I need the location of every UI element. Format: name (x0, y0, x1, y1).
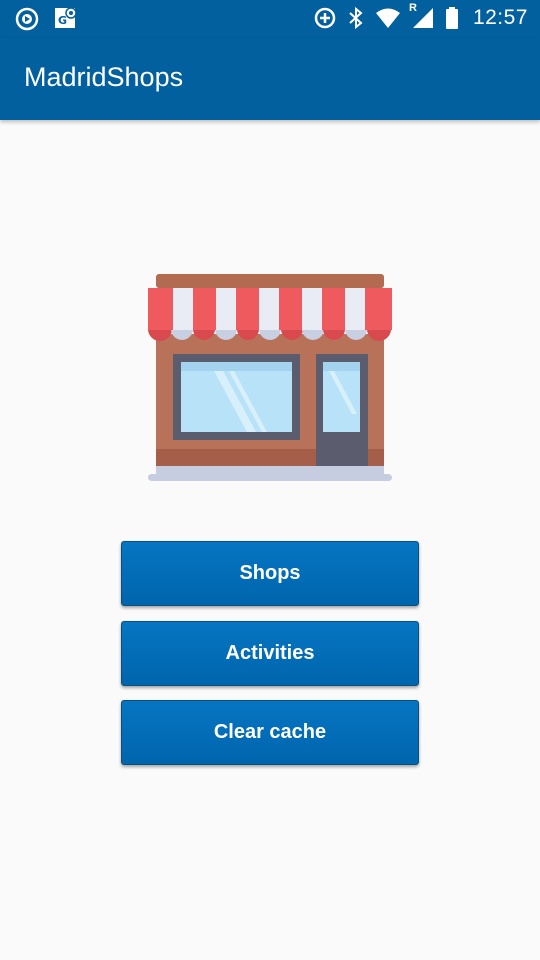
sync-icon (14, 6, 40, 32)
signal-icon: R (409, 2, 435, 30)
wifi-icon (375, 7, 401, 29)
shops-button[interactable]: Shops (121, 541, 419, 606)
app-title: MadridShops (24, 62, 184, 92)
store-icon (146, 274, 394, 484)
app-bar: MadridShops (0, 38, 540, 120)
status-bar: G R 12:57 (0, 0, 540, 38)
activities-button[interactable]: Activities (121, 621, 419, 686)
data-saver-icon (313, 6, 337, 30)
status-clock: 12:57 (472, 6, 528, 29)
map-notification-icon: G (54, 6, 78, 32)
roaming-label: R (408, 2, 417, 14)
clear-cache-button[interactable]: Clear cache (121, 700, 419, 765)
battery-icon (445, 6, 459, 30)
svg-text:G: G (58, 14, 67, 27)
bluetooth-icon (347, 6, 365, 30)
